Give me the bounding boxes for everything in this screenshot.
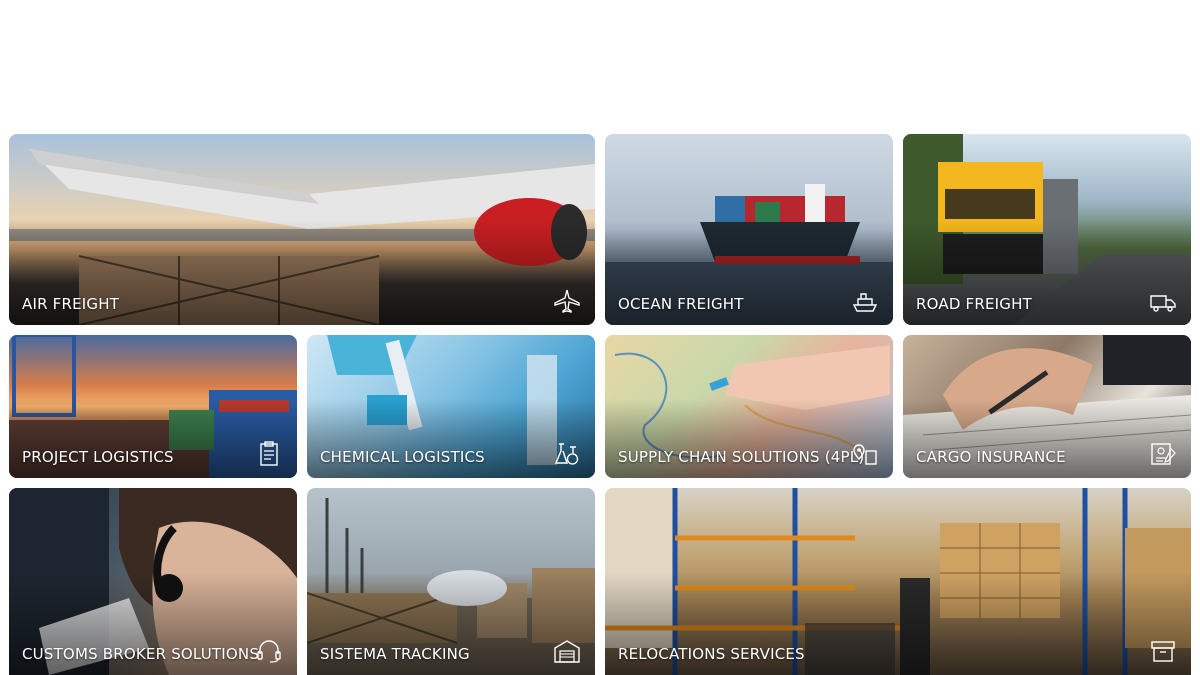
tile-road-freight[interactable]: ROAD FREIGHT (903, 134, 1191, 325)
clipboard-icon (255, 441, 283, 467)
flask-icon (553, 441, 581, 467)
tile-label: SISTEMA TRACKING (320, 645, 470, 663)
ship-icon (851, 288, 879, 314)
tile-label: ROAD FREIGHT (916, 295, 1032, 313)
tile-label: CHEMICAL LOGISTICS (320, 448, 485, 466)
tile-project-logistics[interactable]: PROJECT LOGISTICS (9, 335, 297, 478)
tile-label: CARGO INSURANCE (916, 448, 1066, 466)
location-pin-icon (851, 441, 879, 467)
tile-label: SUPPLY CHAIN SOLUTIONS (4PL) (618, 448, 865, 466)
tile-sistema-tracking[interactable]: SISTEMA TRACKING (307, 488, 595, 675)
tile-label: PROJECT LOGISTICS (22, 448, 174, 466)
tile-air-freight[interactable]: AIR FREIGHT (9, 134, 595, 325)
tile-relocations[interactable]: RELOCATIONS SERVICES (605, 488, 1191, 675)
tile-shade (9, 399, 297, 478)
tile-label: AIR FREIGHT (22, 295, 120, 313)
archive-box-icon (1149, 638, 1177, 664)
headset-icon (255, 638, 283, 664)
truck-icon (1149, 288, 1177, 314)
tile-ocean-freight[interactable]: OCEAN FREIGHT (605, 134, 893, 325)
services-grid: AIR FREIGHT OCEAN FREIGHT ROAD FREIGHT P… (0, 0, 1200, 675)
airplane-icon (553, 288, 581, 314)
tile-chemical-logistics[interactable]: CHEMICAL LOGISTICS (307, 335, 595, 478)
tile-supply-chain[interactable]: SUPPLY CHAIN SOLUTIONS (4PL) (605, 335, 893, 478)
tile-cargo-insurance[interactable]: CARGO INSURANCE (903, 335, 1191, 478)
warehouse-icon (553, 638, 581, 664)
tile-label: OCEAN FREIGHT (618, 295, 744, 313)
tile-shade (605, 399, 893, 478)
tile-customs-broker[interactable]: CUSTOMS BROKER SOLUTIONS (9, 488, 297, 675)
tile-shade (903, 399, 1191, 478)
certificate-icon (1149, 441, 1177, 467)
tile-label: RELOCATIONS SERVICES (618, 645, 805, 663)
tile-label: CUSTOMS BROKER SOLUTIONS (22, 645, 260, 663)
tile-shade (307, 399, 595, 478)
